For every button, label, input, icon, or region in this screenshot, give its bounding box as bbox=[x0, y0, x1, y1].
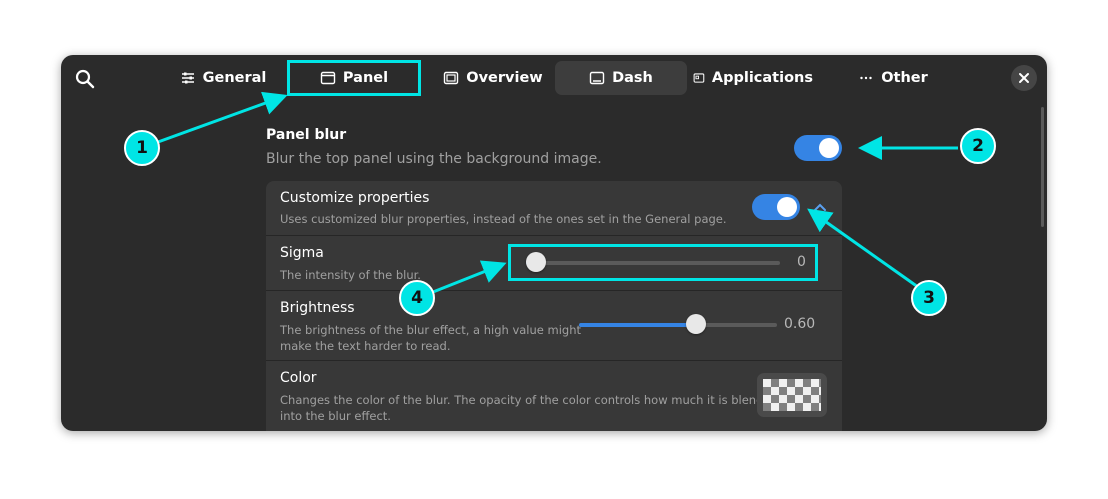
customize-properties-subtitle: Uses customized blur properties, instead… bbox=[280, 212, 727, 226]
customize-properties-switch[interactable] bbox=[752, 194, 800, 220]
tab-applications-label: Applications bbox=[711, 70, 813, 86]
slider-thumb[interactable] bbox=[685, 314, 706, 334]
close-icon bbox=[1019, 73, 1029, 83]
more-icon bbox=[860, 76, 872, 80]
customize-properties-title: Customize properties bbox=[280, 190, 430, 206]
expand-toggle[interactable] bbox=[811, 198, 829, 216]
close-button[interactable] bbox=[1011, 65, 1037, 91]
sigma-row: Sigma The intensity of the blur. 0 bbox=[266, 235, 842, 291]
panel-blur-subtitle: Blur the top panel using the background … bbox=[266, 151, 602, 167]
tab-panel[interactable]: Panel bbox=[289, 61, 419, 95]
switch-knob bbox=[819, 138, 839, 158]
color-picker-button[interactable] bbox=[757, 373, 827, 417]
dash-icon bbox=[589, 71, 605, 85]
slider-track bbox=[526, 261, 780, 265]
tab-general-label: General bbox=[202, 70, 267, 86]
brightness-row: Brightness The brightness of the blur ef… bbox=[266, 290, 842, 361]
blur-properties-card: Customize properties Uses customized blu… bbox=[266, 181, 842, 431]
sigma-value: 0 bbox=[797, 254, 806, 270]
search-icon bbox=[75, 69, 95, 89]
tab-overview[interactable]: Overview bbox=[431, 61, 555, 95]
search-button[interactable] bbox=[73, 67, 97, 91]
switch-knob bbox=[777, 197, 797, 217]
tab-dash[interactable]: Dash bbox=[555, 61, 687, 95]
overview-icon bbox=[444, 71, 459, 85]
scrollbar[interactable] bbox=[1041, 107, 1044, 227]
brightness-value: 0.60 bbox=[784, 316, 816, 332]
sigma-slider[interactable] bbox=[526, 252, 780, 274]
tab-general[interactable]: General bbox=[171, 61, 275, 95]
sigma-title: Sigma bbox=[280, 245, 324, 261]
panel-blur-title: Panel blur bbox=[266, 127, 347, 143]
brightness-title: Brightness bbox=[280, 300, 355, 316]
applications-icon bbox=[693, 73, 705, 83]
preferences-window: General Panel Overview Dash Applications… bbox=[61, 55, 1047, 431]
chevron-up-icon bbox=[814, 203, 826, 211]
brightness-slider[interactable] bbox=[579, 314, 777, 336]
tab-dash-label: Dash bbox=[612, 70, 653, 86]
brightness-subtitle-line2: make the text harder to read. bbox=[280, 339, 451, 353]
color-title: Color bbox=[280, 370, 317, 386]
window-icon bbox=[320, 71, 336, 85]
color-row: Color Changes the color of the blur. The… bbox=[266, 360, 842, 431]
customize-properties-row: Customize properties Uses customized blu… bbox=[266, 181, 842, 236]
tab-overview-label: Overview bbox=[466, 70, 543, 86]
transparency-checker bbox=[763, 379, 821, 411]
sliders-icon bbox=[181, 72, 194, 84]
slider-fill bbox=[579, 323, 696, 327]
tab-other-label: Other bbox=[881, 70, 928, 86]
tab-applications[interactable]: Applications bbox=[693, 61, 813, 95]
panel-blur-switch[interactable] bbox=[794, 135, 842, 161]
header-bar: General Panel Overview Dash Applications… bbox=[61, 55, 1047, 101]
color-subtitle-line1: Changes the color of the blur. The opaci… bbox=[280, 393, 778, 407]
tab-panel-label: Panel bbox=[342, 70, 389, 86]
slider-thumb[interactable] bbox=[526, 252, 546, 272]
brightness-subtitle-line1: The brightness of the blur effect, a hig… bbox=[280, 323, 582, 337]
sigma-subtitle: The intensity of the blur. bbox=[280, 268, 421, 282]
color-subtitle-line2: into the blur effect. bbox=[280, 409, 391, 423]
tab-other[interactable]: Other bbox=[845, 61, 941, 95]
